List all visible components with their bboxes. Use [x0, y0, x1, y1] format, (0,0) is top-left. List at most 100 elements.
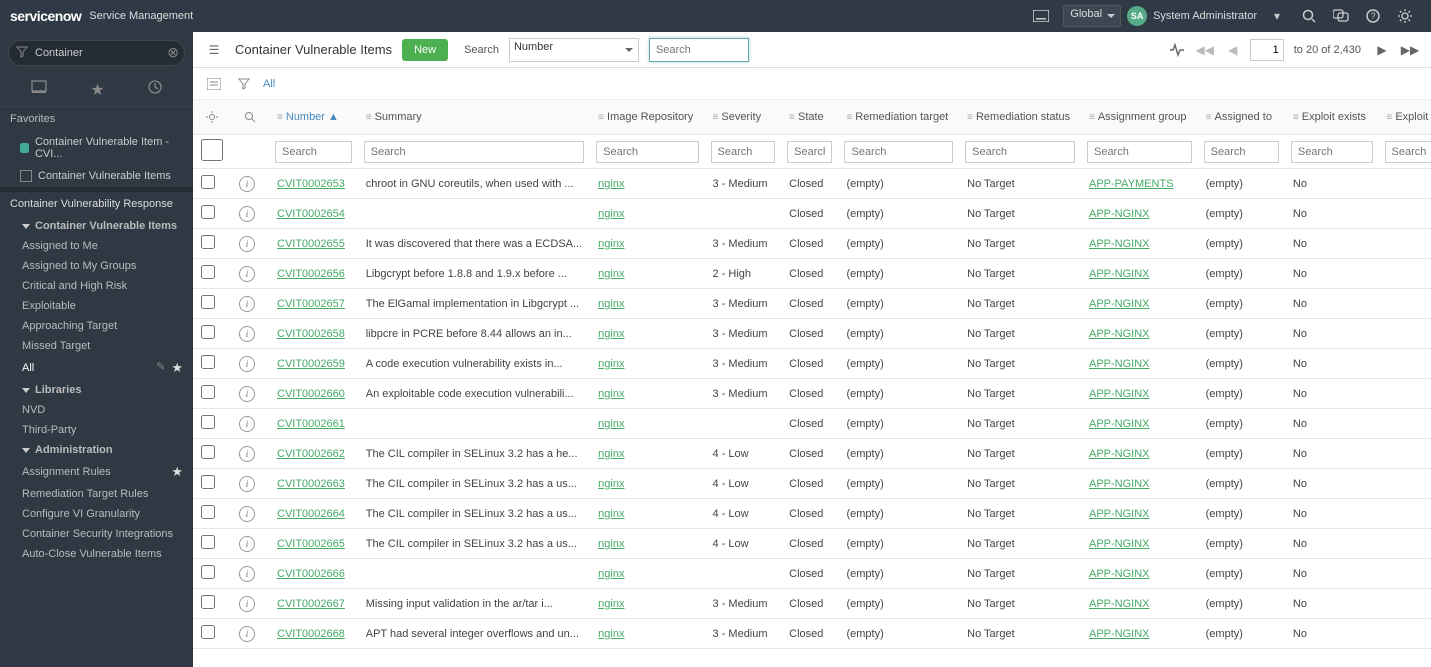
repo-link[interactable]: nginx	[598, 268, 624, 280]
fav-item-cvi-record[interactable]: Container Vulnerable Item - CVI...	[0, 131, 193, 165]
assignment-group-link[interactable]: APP-PAYMENTS	[1089, 178, 1174, 190]
fav-item-cvi-list[interactable]: Container Vulnerable Items	[0, 165, 193, 187]
col-exploit-attack-vector[interactable]: ≡Exploit attack vector	[1379, 100, 1431, 135]
repo-link[interactable]: nginx	[598, 358, 624, 370]
repo-link[interactable]: nginx	[598, 418, 624, 430]
row-checkbox[interactable]	[201, 565, 215, 579]
preview-icon[interactable]: i	[239, 386, 255, 402]
table-row[interactable]: iCVIT0002659A code execution vulnerabili…	[193, 349, 1431, 379]
search-remediation-status[interactable]	[965, 141, 1075, 163]
preview-icon[interactable]: i	[239, 296, 255, 312]
assignment-group-link[interactable]: APP-NGINX	[1089, 268, 1150, 280]
repo-link[interactable]: nginx	[598, 448, 624, 460]
scope-picker[interactable]: Global	[1063, 5, 1121, 27]
number-link[interactable]: CVIT0002667	[277, 598, 345, 610]
col-remediation-status[interactable]: ≡Remediation status	[959, 100, 1081, 135]
nav-tab-all-apps-icon[interactable]	[31, 80, 47, 100]
assignment-group-link[interactable]: APP-NGINX	[1089, 418, 1150, 430]
edit-icon[interactable]: ✎	[156, 360, 165, 376]
nav-missed-target[interactable]: Missed Target	[0, 336, 193, 356]
activity-stream-icon[interactable]	[1166, 39, 1188, 61]
number-link[interactable]: CVIT0002668	[277, 628, 345, 640]
number-link[interactable]: CVIT0002663	[277, 478, 345, 490]
help-icon[interactable]: ?	[1361, 4, 1385, 28]
chevron-down-icon[interactable]: ▾	[1265, 4, 1289, 28]
col-exploit-exists[interactable]: ≡Exploit exists	[1285, 100, 1379, 135]
search-assignment-group[interactable]	[1087, 141, 1192, 163]
search-summary[interactable]	[364, 141, 584, 163]
nav-assigned-to-me[interactable]: Assigned to Me	[0, 236, 193, 256]
table-row[interactable]: iCVIT0002655It was discovered that there…	[193, 229, 1431, 259]
assignment-group-link[interactable]: APP-NGINX	[1089, 358, 1150, 370]
row-checkbox[interactable]	[201, 625, 215, 639]
assignment-group-link[interactable]: APP-NGINX	[1089, 538, 1150, 550]
col-assigned-to[interactable]: ≡Assigned to	[1198, 100, 1285, 135]
assignment-group-link[interactable]: APP-NGINX	[1089, 478, 1150, 490]
last-page-icon[interactable]: ▶▶	[1399, 39, 1421, 61]
row-checkbox[interactable]	[201, 475, 215, 489]
repo-link[interactable]: nginx	[598, 298, 624, 310]
module-cvr[interactable]: Container Vulnerability Response	[0, 192, 193, 216]
filter-breadcrumb-all[interactable]: All	[263, 78, 275, 90]
personalize-list-icon[interactable]	[201, 106, 223, 128]
search-assigned-to[interactable]	[1204, 141, 1279, 163]
assignment-group-link[interactable]: APP-NGINX	[1089, 208, 1150, 220]
select-all-checkbox[interactable]	[199, 139, 225, 161]
preview-icon[interactable]: i	[239, 476, 255, 492]
row-checkbox[interactable]	[201, 535, 215, 549]
row-checkbox[interactable]	[201, 595, 215, 609]
nav-filter-input[interactable]	[8, 40, 185, 66]
search-number[interactable]	[275, 141, 352, 163]
search-icon[interactable]	[1297, 4, 1321, 28]
star-icon[interactable]: ★	[171, 464, 183, 480]
number-link[interactable]: CVIT0002658	[277, 328, 345, 340]
table-row[interactable]: iCVIT0002665The CIL compiler in SELinux …	[193, 529, 1431, 559]
assignment-group-link[interactable]: APP-NGINX	[1089, 238, 1150, 250]
nav-tab-favorites-icon[interactable]: ★	[90, 80, 104, 100]
assignment-group-link[interactable]: APP-NGINX	[1089, 508, 1150, 520]
preview-icon[interactable]: i	[239, 356, 255, 372]
first-page-icon[interactable]: ◀◀	[1194, 39, 1216, 61]
clear-filter-icon[interactable]: ⊗	[167, 44, 179, 61]
row-checkbox[interactable]	[201, 265, 215, 279]
col-image-repo[interactable]: ≡Image Repository	[590, 100, 704, 135]
repo-link[interactable]: nginx	[598, 478, 624, 490]
preview-icon[interactable]: i	[239, 626, 255, 642]
star-icon[interactable]: ★	[171, 360, 183, 376]
new-button[interactable]: New	[402, 39, 448, 61]
row-checkbox[interactable]	[201, 505, 215, 519]
assignment-group-link[interactable]: APP-NGINX	[1089, 598, 1150, 610]
table-row[interactable]: iCVIT0002664The CIL compiler in SELinux …	[193, 499, 1431, 529]
preview-icon[interactable]: i	[239, 416, 255, 432]
preview-icon[interactable]: i	[239, 266, 255, 282]
nav-third-party[interactable]: Third-Party	[0, 420, 193, 440]
number-link[interactable]: CVIT0002664	[277, 508, 345, 520]
preview-icon[interactable]: i	[239, 536, 255, 552]
nav-all[interactable]: All ✎★	[0, 356, 193, 380]
repo-link[interactable]: nginx	[598, 538, 624, 550]
row-checkbox[interactable]	[201, 355, 215, 369]
table-row[interactable]: iCVIT0002667Missing input validation in …	[193, 589, 1431, 619]
section-administration[interactable]: Administration	[0, 440, 193, 460]
prev-page-icon[interactable]: ◀	[1222, 39, 1244, 61]
table-row[interactable]: iCVIT0002657The ElGamal implementation i…	[193, 289, 1431, 319]
table-row[interactable]: iCVIT0002656Libgcrypt before 1.8.8 and 1…	[193, 259, 1431, 289]
table-row[interactable]: iCVIT0002660An exploitable code executio…	[193, 379, 1431, 409]
nav-auto-close-vuln-items[interactable]: Auto-Close Vulnerable Items	[0, 544, 193, 564]
list-search-input[interactable]	[649, 38, 749, 62]
assignment-group-link[interactable]: APP-NGINX	[1089, 328, 1150, 340]
search-image-repo[interactable]	[596, 141, 698, 163]
filter-icon[interactable]	[233, 73, 255, 95]
preview-icon[interactable]: i	[239, 236, 255, 252]
nav-remediation-target-rules[interactable]: Remediation Target Rules	[0, 484, 193, 504]
number-link[interactable]: CVIT0002659	[277, 358, 345, 370]
search-remediation-target[interactable]	[844, 141, 953, 163]
nav-nvd[interactable]: NVD	[0, 400, 193, 420]
number-link[interactable]: CVIT0002657	[277, 298, 345, 310]
user-name[interactable]: System Administrator	[1153, 10, 1257, 22]
row-checkbox[interactable]	[201, 445, 215, 459]
table-row[interactable]: iCVIT0002662The CIL compiler in SELinux …	[193, 439, 1431, 469]
nav-configure-vi-granularity[interactable]: Configure VI Granularity	[0, 504, 193, 524]
repo-link[interactable]: nginx	[598, 328, 624, 340]
row-checkbox[interactable]	[201, 295, 215, 309]
